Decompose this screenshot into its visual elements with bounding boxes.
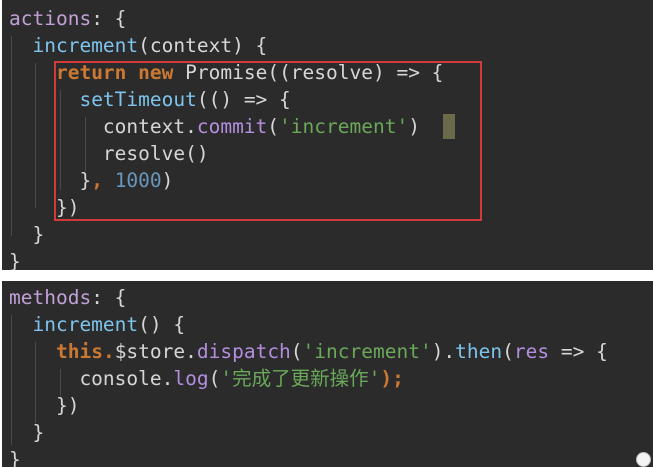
code-token: '完成了更新操作': [220, 367, 381, 390]
code-token: commit: [196, 115, 268, 138]
code-token: : {: [91, 286, 127, 309]
code-token: (: [267, 115, 280, 138]
code-line: }): [9, 194, 80, 221]
code-token: (() => {: [196, 88, 291, 111]
code-token: $store.: [114, 340, 197, 363]
code-token: new: [138, 61, 174, 84]
code-line: return new Promise((resolve) => {: [9, 59, 443, 86]
code-token: 1000: [114, 169, 162, 192]
code-token: }): [9, 394, 80, 417]
code-panel-actions: actions: { increment(context) { return n…: [2, 0, 653, 270]
code-token: Promise((resolve) => {: [173, 61, 444, 84]
code-token: ,: [91, 169, 103, 192]
code-token: }: [9, 421, 45, 444]
code-token: return: [55, 61, 127, 84]
code-token: (: [208, 367, 221, 390]
code-line: actions: {: [9, 5, 126, 32]
code-token: (: [290, 340, 303, 363]
code-line: }: [9, 419, 44, 446]
code-line: this.$store.dispatch('increment').then(r…: [9, 338, 608, 365]
code-line: }): [9, 392, 80, 419]
code-token: increment: [32, 34, 139, 57]
code-token: );: [380, 367, 404, 390]
code-line: }: [9, 446, 21, 467]
text-cursor: [443, 114, 455, 139]
code-token: : {: [91, 7, 127, 30]
code-token: }: [9, 250, 21, 270]
code-token: resolve(): [9, 142, 209, 165]
code-line: }: [9, 221, 44, 248]
code-token: 'increment': [302, 340, 432, 363]
code-line: methods: {: [9, 284, 126, 311]
code-token: res: [513, 340, 550, 363]
code-line: increment(context) {: [9, 32, 267, 59]
code-token: (context) {: [138, 34, 268, 57]
code-token: 'increment': [279, 115, 409, 138]
code-token: context.: [9, 115, 197, 138]
code-line: console.log('完成了更新操作');: [9, 365, 404, 392]
code-token: }): [9, 196, 80, 219]
code-token: dispatch: [196, 340, 291, 363]
code-token: increment: [32, 313, 139, 336]
code-token: }: [9, 223, 45, 246]
code-token: ): [408, 115, 420, 138]
code-token: ).: [431, 340, 456, 363]
code-line: increment() {: [9, 311, 185, 338]
code-token: .: [102, 340, 115, 363]
code-token: actions: [9, 7, 92, 30]
code-token: ): [161, 169, 174, 192]
code-token: setTimeout: [79, 88, 197, 111]
code-line: context.commit('increment'): [9, 113, 420, 140]
code-token: (: [502, 340, 514, 363]
code-token: then: [455, 340, 503, 363]
code-line: }: [9, 248, 21, 270]
code-token: }: [9, 448, 21, 467]
code-token: => {: [549, 340, 608, 363]
scroll-indicator-icon[interactable]: [636, 452, 651, 467]
code-line: setTimeout(() => {: [9, 86, 291, 113]
code-token: methods: [9, 286, 92, 309]
code-token: console.: [9, 367, 174, 390]
code-token: }: [9, 169, 92, 192]
code-line: resolve(): [9, 140, 209, 167]
code-token: log: [173, 367, 209, 390]
code-token: () {: [138, 313, 186, 336]
code-token: this: [55, 340, 103, 363]
code-line: }, 1000): [9, 167, 173, 194]
code-panel-methods: methods: { increment() { this.$store.dis…: [2, 281, 653, 467]
